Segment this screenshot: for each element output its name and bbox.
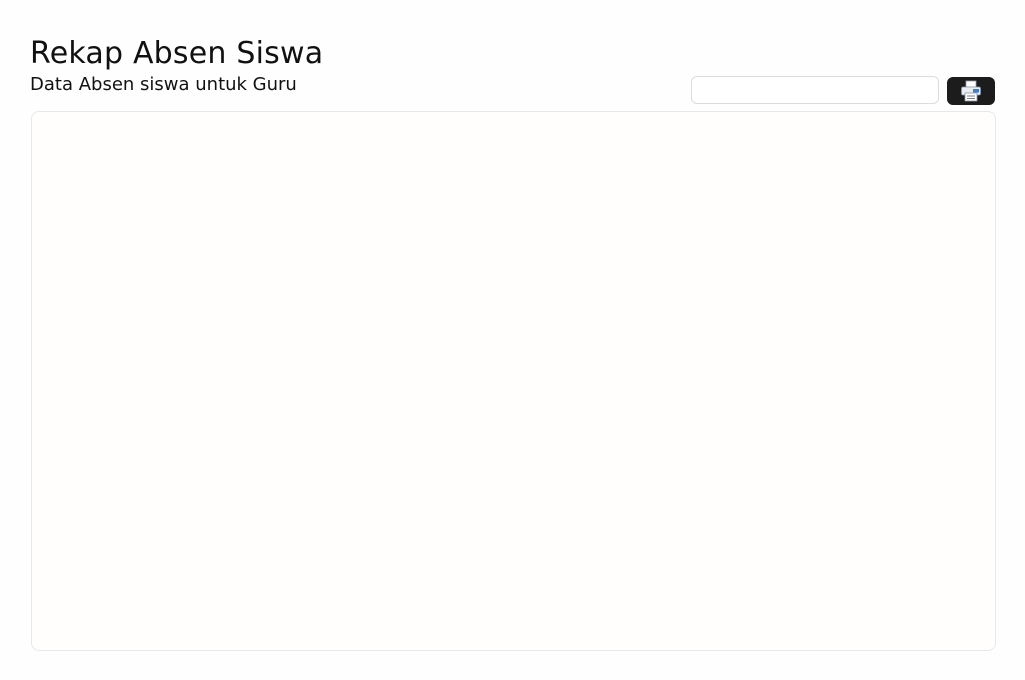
- print-button[interactable]: [947, 77, 995, 105]
- page-subtitle: Data Absen siswa untuk Guru: [30, 74, 297, 95]
- search-input[interactable]: [691, 76, 939, 104]
- page-title: Rekap Absen Siswa: [30, 36, 324, 71]
- page: Rekap Absen Siswa Data Absen siswa untuk…: [0, 0, 1025, 680]
- content-panel: [31, 111, 996, 651]
- printer-icon: [960, 80, 982, 102]
